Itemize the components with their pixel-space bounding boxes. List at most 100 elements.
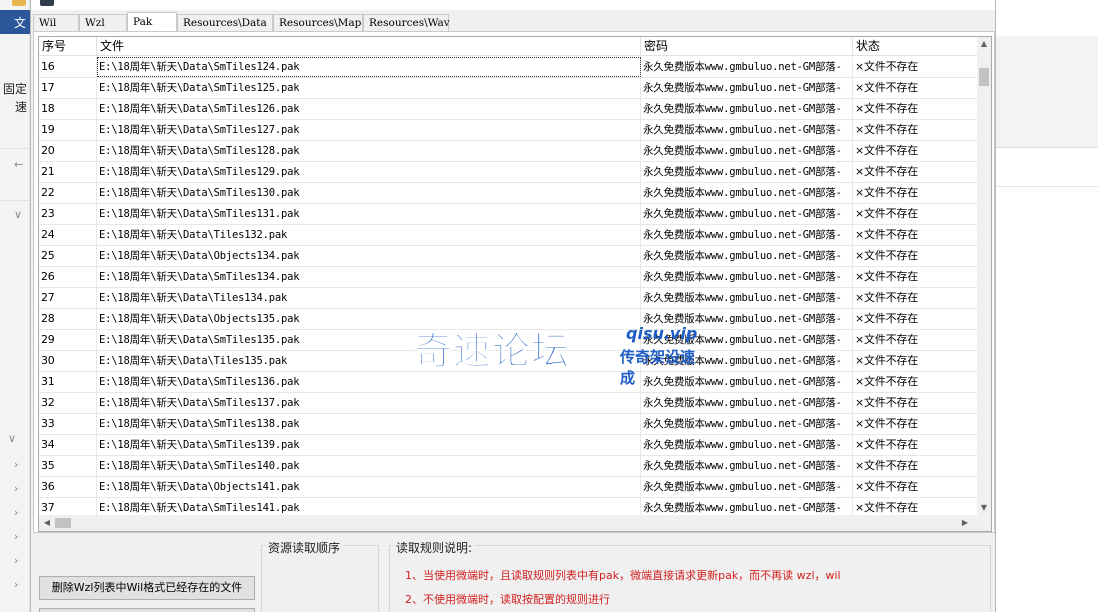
table-row[interactable]: 25 E:\18周年\斩天\Data\Objects134.pak 永久免费版本ww… [39,246,979,267]
table-row[interactable]: 32 E:\18周年\斩天\Data\SmTiles137.pak 永久免费版本ww… [39,393,979,414]
table-row[interactable]: 35 E:\18周年\斩天\Data\SmTiles140.pak 永久免费版本ww… [39,456,979,477]
row-status: ×文件不存在 [853,162,979,182]
delete-existing-wil-button[interactable]: 删除Wzl列表中Wil格式已经存在的文件 [39,576,255,600]
chevron-right-icon[interactable]: › [14,530,18,543]
table-row[interactable]: 16 E:\18周年\斩天\Data\SmTiles124.pak 永久免费版本ww… [39,57,979,78]
table-row[interactable]: 19 E:\18周年\斩天\Data\SmTiles127.pak 永久免费版本ww… [39,120,979,141]
tab-resources-map[interactable]: Resources\Map [273,14,363,31]
table-row[interactable]: 20 E:\18周年\斩天\Data\SmTiles128.pak 永久免费版本ww… [39,141,979,162]
chevron-right-icon[interactable]: › [14,554,18,567]
row-status: ×文件不存在 [853,456,979,476]
table-row[interactable]: 29 E:\18周年\斩天\Data\SmTiles135.pak 永久免费版本ww… [39,330,979,351]
chevron-right-icon[interactable]: › [14,578,18,591]
row-seq: 17 [39,78,97,98]
row-file-path: E:\18周年\斩天\Data\SmTiles135.pak [97,330,641,350]
tab-resources-data[interactable]: Resources\Data [177,14,273,31]
scroll-down-icon[interactable]: ▼ [977,501,991,515]
table-row[interactable]: 30 E:\18周年\斩天\Data\Tiles135.pak 永久免费版本www.… [39,351,979,372]
chevron-down-icon[interactable]: ∨ [8,432,16,445]
row-seq: 32 [39,393,97,413]
row-file-path: E:\18周年\斩天\Data\Objects135.pak [97,309,641,329]
back-arrow-icon[interactable]: ← [14,158,23,171]
row-password: 永久免费版本www.gmbuluo.net-GM部落- [641,288,853,308]
row-file-path: E:\18周年\斩天\Data\SmTiles126.pak [97,99,641,119]
scroll-left-icon[interactable]: ◀ [39,515,55,531]
background-divider [0,200,30,201]
scroll-up-icon[interactable]: ▲ [977,37,991,51]
column-header-status[interactable]: 状态 [853,37,979,56]
horizontal-scrollbar[interactable]: ◀ ▶ [39,515,991,531]
rule-line-1: 1、当使用微端时，且读取规则列表中有pak，微端直接请求更新pak，而不再读 w… [405,569,841,582]
row-file-path: E:\18周年\斩天\Data\SmTiles125.pak [97,78,641,98]
row-seq: 18 [39,99,97,119]
folder-icon [12,0,26,6]
row-password: 永久免费版本www.gmbuluo.net-GM部落- [641,267,853,287]
scroll-right-icon[interactable]: ▶ [957,515,973,531]
background-divider [0,148,30,149]
table-row[interactable]: 28 E:\18周年\斩天\Data\Objects135.pak 永久免费版本ww… [39,309,979,330]
row-seq: 36 [39,477,97,497]
table-row[interactable]: 23 E:\18周年\斩天\Data\SmTiles131.pak 永久免费版本ww… [39,204,979,225]
tab-wil[interactable]: Wil [33,14,79,31]
secondary-button[interactable] [39,608,255,612]
list-header: 序号 文件 密码 状态 [39,37,979,56]
tab-pak[interactable]: Pak [127,12,177,32]
row-file-path: E:\18周年\斩天\Data\SmTiles137.pak [97,393,641,413]
row-seq: 19 [39,120,97,140]
row-password: 永久免费版本www.gmbuluo.net-GM部落- [641,225,853,245]
table-row[interactable]: 22 E:\18周年\斩天\Data\SmTiles130.pak 永久免费版本ww… [39,183,979,204]
table-row[interactable]: 21 E:\18周年\斩天\Data\SmTiles129.pak 永久免费版本ww… [39,162,979,183]
row-status: ×文件不存在 [853,183,979,203]
pak-file-list[interactable]: 序号 文件 密码 状态 16 E:\18周年\斩天\Data\SmTiles124… [38,36,992,532]
row-password: 永久免费版本www.gmbuluo.net-GM部落- [641,456,853,476]
row-file-path: E:\18周年\斩天\Data\SmTiles128.pak [97,141,641,161]
row-status: ×文件不存在 [853,288,979,308]
tab-panel-pak: 序号 文件 密码 状态 16 E:\18周年\斩天\Data\SmTiles124… [33,31,995,533]
tab-wzl[interactable]: Wzl [79,14,127,31]
row-file-path: E:\18周年\斩天\Data\SmTiles134.pak [97,267,641,287]
horizontal-scroll-thumb[interactable] [55,518,71,528]
row-seq: 26 [39,267,97,287]
row-status: ×文件不存在 [853,246,979,266]
resource-dialog: Wil Wzl Pak Resources\Data Resources\Map… [30,0,996,612]
row-password: 永久免费版本www.gmbuluo.net-GM部落- [641,99,853,119]
table-row[interactable]: 18 E:\18周年\斩天\Data\SmTiles126.pak 永久免费版本ww… [39,99,979,120]
row-seq: 20 [39,141,97,161]
table-row[interactable]: 26 E:\18周年\斩天\Data\SmTiles134.pak 永久免费版本ww… [39,267,979,288]
chevron-right-icon[interactable]: › [14,482,18,495]
table-row[interactable]: 27 E:\18周年\斩天\Data\Tiles134.pak 永久免费版本www.… [39,288,979,309]
chevron-down-icon[interactable]: ∨ [14,208,22,221]
row-password: 永久免费版本www.gmbuluo.net-GM部落- [641,141,853,161]
background-file-tab[interactable]: 文 [0,10,30,34]
table-row[interactable]: 17 E:\18周年\斩天\Data\SmTiles125.pak 永久免费版本ww… [39,78,979,99]
vertical-scrollbar[interactable]: ▲ ▼ [977,37,991,515]
row-file-path: E:\18周年\斩天\Data\Tiles135.pak [97,351,641,371]
table-row[interactable]: 33 E:\18周年\斩天\Data\SmTiles138.pak 永久免费版本ww… [39,414,979,435]
row-seq: 23 [39,204,97,224]
column-header-file[interactable]: 文件 [97,37,641,56]
row-password: 永久免费版本www.gmbuluo.net-GM部落- [641,330,853,350]
row-password: 永久免费版本www.gmbuluo.net-GM部落- [641,204,853,224]
row-seq: 16 [39,57,97,77]
tab-resources-wav[interactable]: Resources\Wav [363,14,450,31]
row-password: 永久免费版本www.gmbuluo.net-GM部落- [641,120,853,140]
table-row[interactable]: 36 E:\18周年\斩天\Data\Objects141.pak 永久免费版本ww… [39,477,979,498]
background-file-tab-label: 文 [13,16,26,30]
title-bar [31,0,995,10]
row-file-path: E:\18周年\斩天\Data\SmTiles139.pak [97,435,641,455]
table-row[interactable]: 34 E:\18周年\斩天\Data\SmTiles139.pak 永久免费版本ww… [39,435,979,456]
chevron-right-icon[interactable]: › [14,458,18,471]
row-status: ×文件不存在 [853,414,979,434]
row-file-path: E:\18周年\斩天\Data\Objects134.pak [97,246,641,266]
table-row[interactable]: 31 E:\18周年\斩天\Data\SmTiles136.pak 永久免费版本ww… [39,372,979,393]
chevron-right-icon[interactable]: › [14,506,18,519]
row-seq: 35 [39,456,97,476]
column-header-password[interactable]: 密码 [641,37,853,56]
table-row[interactable]: 24 E:\18周年\斩天\Data\Tiles132.pak 永久免费版本www.… [39,225,979,246]
row-status: ×文件不存在 [853,330,979,350]
row-password: 永久免费版本www.gmbuluo.net-GM部落- [641,309,853,329]
row-file-path: E:\18周年\斩天\Data\SmTiles136.pak [97,372,641,392]
column-header-seq[interactable]: 序号 [39,37,97,56]
vertical-scroll-thumb[interactable] [979,68,989,86]
row-password: 永久免费版本www.gmbuluo.net-GM部落- [641,372,853,392]
